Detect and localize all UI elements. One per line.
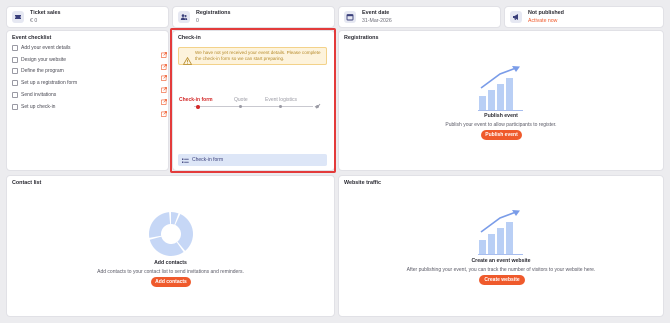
checklist-item[interactable]: Define the program [12, 67, 167, 82]
check-in-form-button[interactable]: Check-in form [178, 154, 327, 166]
check-in-alert: We have not yet received your event deta… [178, 47, 327, 65]
external-link-icon[interactable] [161, 92, 167, 105]
check-in-panel: Check-in We have not yet received your e… [172, 30, 335, 171]
panel-title: Event checklist [12, 35, 52, 41]
stat-value: 0 [196, 17, 199, 24]
stat-label: Event date [362, 9, 390, 16]
warning-icon [182, 52, 193, 70]
step-dot-active [196, 104, 200, 109]
checklist-item-label: Set up check-in [21, 103, 56, 110]
checklist-item-label: Add your event details [21, 45, 71, 51]
panel-title: Registrations [344, 35, 379, 41]
registrations-panel: Registrations Publish event Publish your… [338, 30, 664, 171]
checkbox[interactable] [12, 56, 18, 63]
checklist-item[interactable]: Add your event details [12, 44, 167, 58]
ticket-icon [12, 11, 24, 23]
check-in-form-label: Check-in form [192, 157, 224, 163]
checklist-item-label: Define the program [21, 68, 64, 75]
step-event-logistics[interactable]: Event logistics [265, 97, 297, 103]
growth-chart-icon [478, 66, 524, 117]
external-link-icon[interactable] [161, 45, 167, 58]
checkbox[interactable] [12, 68, 18, 75]
external-link-icon[interactable] [161, 80, 167, 93]
checklist-item[interactable]: Set up a registration form [12, 79, 167, 93]
list-icon [182, 151, 189, 169]
publish-event-button[interactable]: Publish event [481, 130, 522, 140]
external-link-icon[interactable] [161, 104, 167, 117]
panel-title: Website traffic [344, 180, 382, 186]
growth-chart-icon [478, 210, 524, 261]
stat-registrations: Registrations 0 [172, 6, 335, 28]
panel-title: Contact list [12, 180, 42, 186]
create-website-heading: Create an event website [471, 258, 531, 264]
website-traffic-panel: Website traffic Create an event website … [338, 175, 664, 317]
checkbox[interactable] [12, 91, 18, 98]
stat-value: € 0 [30, 17, 38, 24]
calendar-icon [344, 11, 356, 23]
checklist-item[interactable]: Send invitations [12, 91, 167, 105]
checkbox[interactable] [12, 45, 18, 51]
stat-ticket-sales: Ticket sales € 0 [6, 6, 169, 28]
checklist-item-label: Set up a registration form [21, 80, 78, 87]
create-website-button[interactable]: Create website [479, 275, 525, 285]
checklist-item[interactable]: Set up check-in [12, 103, 167, 117]
panel-title: Check-in [178, 35, 201, 41]
checklist-item-label: Design your website [21, 56, 67, 63]
checkbox[interactable] [12, 80, 18, 87]
stat-label: Registrations [196, 9, 231, 16]
add-contacts-heading: Add contacts [154, 260, 187, 266]
publish-subtext: Publish your event to allow participants… [445, 122, 557, 128]
stat-value: 31-Mar-2026 [362, 17, 392, 24]
external-link-icon[interactable] [161, 57, 167, 70]
publish-heading: Publish event [484, 113, 518, 119]
create-website-subtext: After publishing your event, you can tra… [406, 267, 596, 273]
progress-track [194, 106, 313, 107]
megaphone-icon [510, 11, 522, 23]
add-contacts-button[interactable]: Add contacts [151, 277, 191, 287]
external-link-icon[interactable] [161, 68, 167, 82]
donut-segment [149, 212, 171, 238]
stat-label: Not published [528, 9, 564, 16]
add-contacts-subtext: Add contacts to your contact list to sen… [97, 269, 244, 275]
step-check-in-form[interactable]: Check-in form [179, 97, 213, 103]
donut-segment [149, 236, 184, 256]
event-checklist-panel: Event checklist Add your event details De… [6, 30, 169, 171]
alert-message: We have not yet received your event deta… [195, 50, 321, 61]
donut-chart-icon [148, 211, 194, 262]
stat-label: Ticket sales [30, 9, 61, 16]
step-dot [279, 105, 282, 108]
step-dot [316, 105, 319, 108]
contact-list-panel: Contact list Add contacts Add contacts t… [6, 175, 335, 317]
checklist-item-label: Send invitations [21, 91, 57, 98]
stat-event-date: Event date 31-Mar-2026 [338, 6, 501, 28]
checklist-item[interactable]: Design your website [12, 56, 167, 70]
stat-publish-status[interactable]: Not published Activate now [504, 6, 664, 28]
people-icon [178, 11, 190, 23]
step-quote[interactable]: Quote [234, 97, 248, 103]
activate-now-link[interactable]: Activate now [528, 18, 564, 25]
step-dot [239, 105, 242, 108]
checkbox[interactable] [12, 103, 18, 110]
